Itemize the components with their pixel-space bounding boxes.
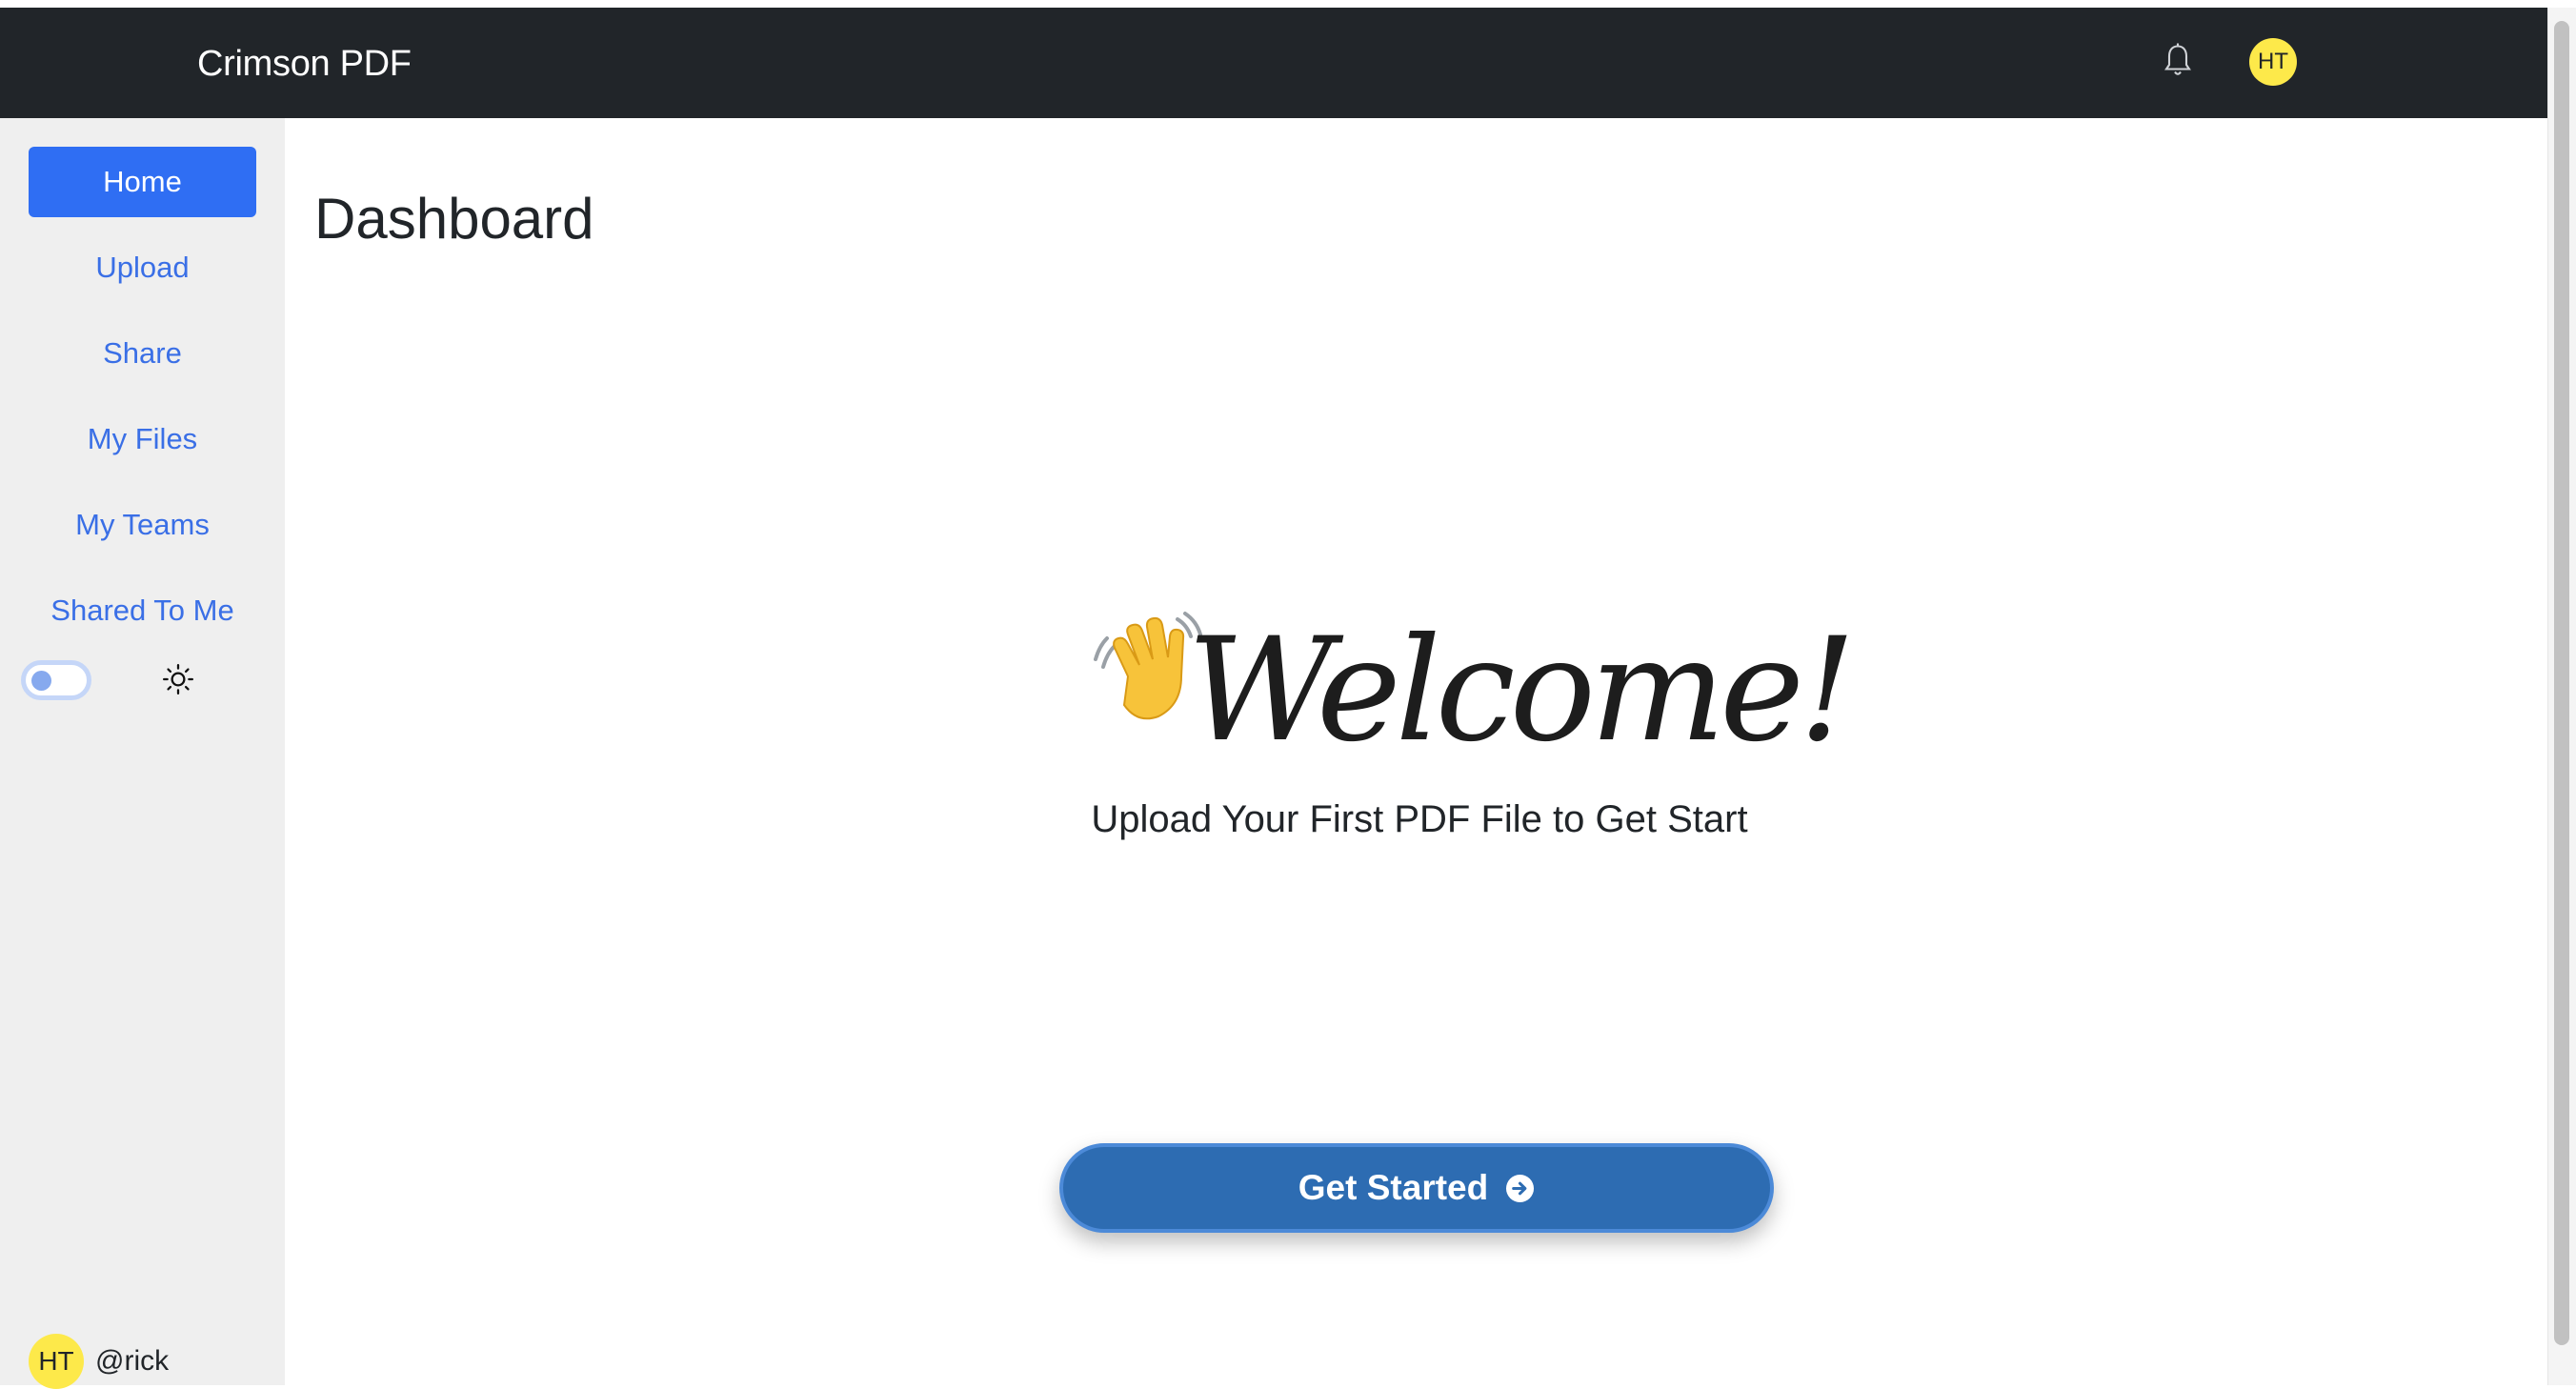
page-scrollbar-thumb[interactable]: [2554, 21, 2569, 1345]
theme-toggle-knob: [31, 671, 51, 691]
top-navbar: Crimson PDF HT: [0, 8, 2547, 118]
sidebar-item-upload[interactable]: Upload: [29, 232, 256, 303]
bell-icon[interactable]: [2161, 42, 2195, 82]
get-started-label: Get Started: [1298, 1168, 1489, 1207]
sidebar-item-my-teams[interactable]: My Teams: [29, 490, 256, 560]
page-title: Dashboard: [314, 187, 594, 251]
sidebar-item-my-files[interactable]: My Files: [29, 404, 256, 474]
arrow-right-circle-icon: [1506, 1174, 1535, 1202]
sidebar-user-avatar[interactable]: HT: [29, 1334, 84, 1389]
sun-icon: [162, 663, 194, 695]
sidebar-item-home[interactable]: Home: [29, 147, 256, 217]
brand-logo-text[interactable]: Crimson PDF: [197, 39, 412, 89]
navbar-avatar[interactable]: HT: [2249, 38, 2297, 86]
sidebar-item-shared-to-me[interactable]: Shared To Me: [29, 575, 256, 646]
sidebar-item-share[interactable]: Share: [29, 318, 256, 389]
sidebar-username: @rick: [95, 1345, 170, 1377]
window-top-strip: [0, 0, 2576, 8]
welcome-subtitle: Upload Your First PDF File to Get Start: [1091, 798, 1748, 840]
sidebar: Home Upload Share My Files My Teams Shar…: [0, 118, 285, 1385]
theme-toggle[interactable]: [21, 660, 91, 700]
welcome-heading: Welcome!: [1187, 608, 1856, 774]
get-started-button[interactable]: Get Started: [1059, 1143, 1774, 1233]
